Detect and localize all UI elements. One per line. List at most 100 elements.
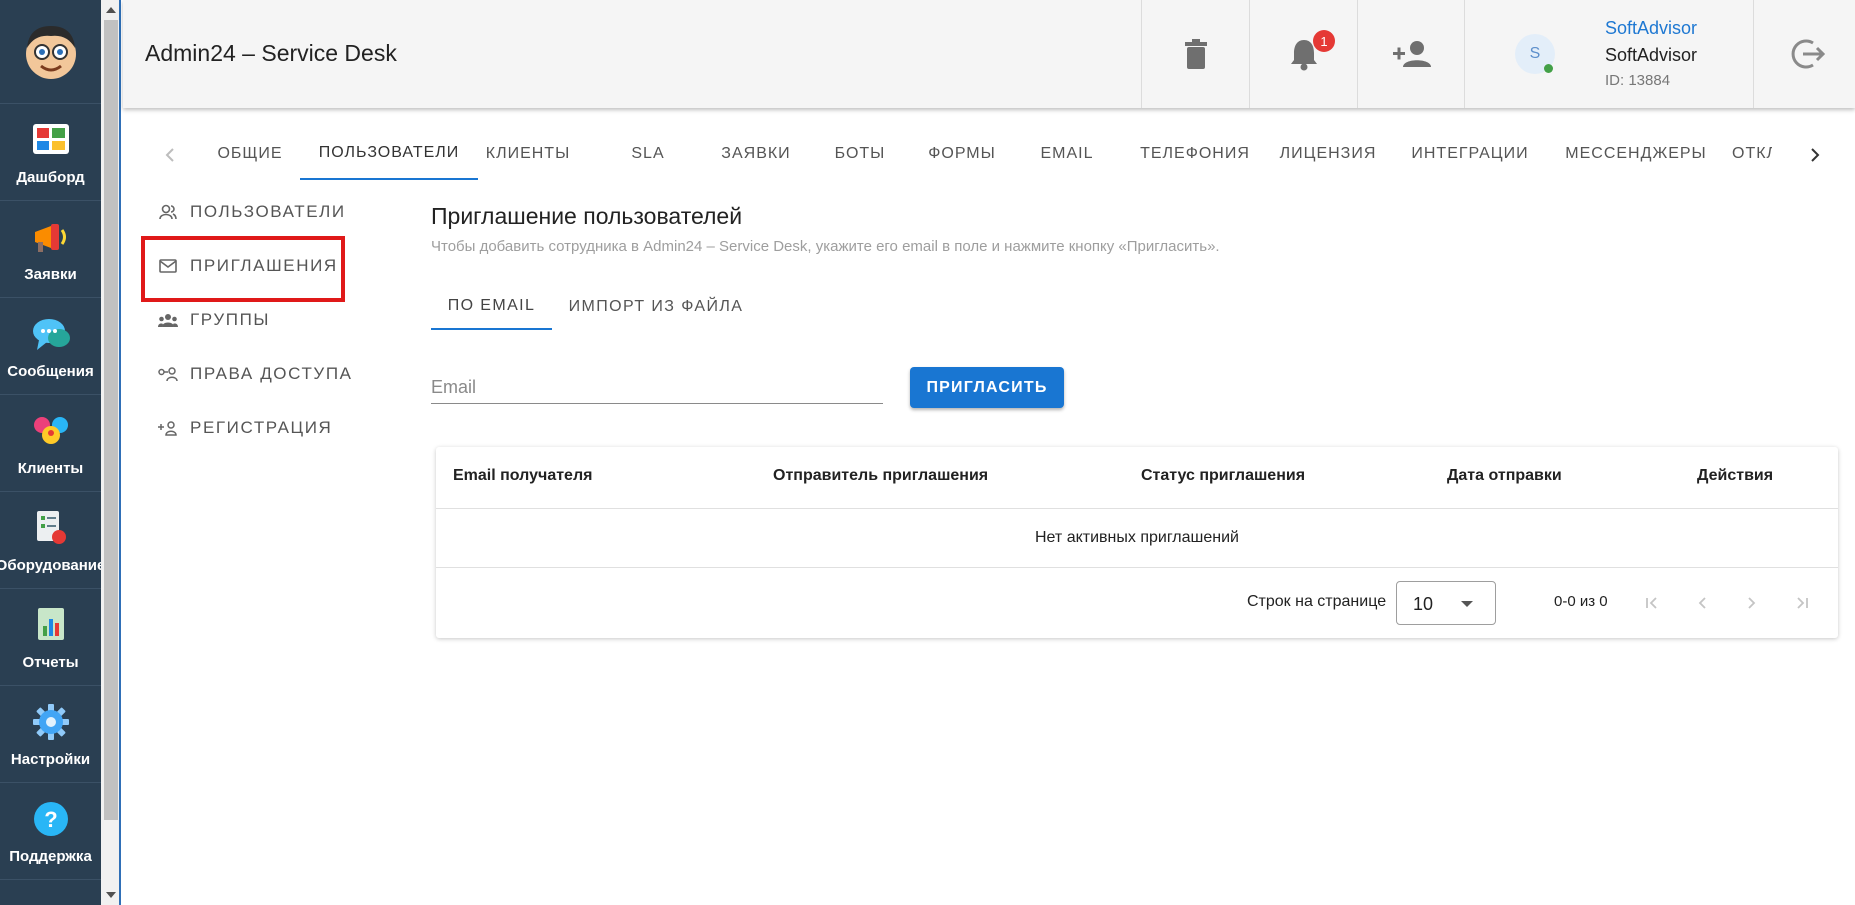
tab-general[interactable]: ОБЩИЕ (200, 128, 300, 180)
notification-badge: 1 (1313, 30, 1335, 52)
submenu-item-label: ПРАВА ДОСТУПА (190, 364, 353, 383)
tab-email[interactable]: EMAIL (1017, 128, 1117, 180)
last-page-icon (1797, 597, 1808, 609)
sidebar-item-reports[interactable]: Отчеты (0, 589, 101, 686)
user-name: SoftAdvisor (1605, 45, 1698, 65)
divider (436, 567, 1838, 568)
tab-integrations[interactable]: ИНТЕГРАЦИИ (1400, 128, 1540, 180)
column-header: Действия (1697, 467, 1774, 484)
rows-per-page-value: 10 (1413, 594, 1434, 614)
rows-per-page-label: Строк на странице (1247, 593, 1387, 610)
notifications-button[interactable]: 1 (1249, 0, 1357, 108)
submenu-item-access-rights[interactable]: ПРАВА ДОСТУПА (158, 359, 353, 389)
logout-icon (1791, 39, 1825, 69)
submenu-item-label: ГРУППЫ (190, 310, 271, 329)
trash-button[interactable] (1141, 0, 1249, 108)
submenu-item-users[interactable]: ПОЛЬЗОВАТЕЛИ (158, 197, 346, 227)
chevron-left-icon (165, 148, 174, 162)
online-status-icon (1544, 64, 1553, 73)
logout-button[interactable] (1753, 0, 1855, 108)
users-icon (158, 202, 178, 222)
avatar-face-logo (25, 25, 76, 79)
chevron-right-icon (1811, 148, 1820, 162)
tab-disabled[interactable]: ОТКЛ (1732, 128, 1772, 180)
column-header[interactable]: Email получателя (453, 467, 592, 485)
app-header: Admin24 – Service Desk 1 S SoftAdvisor S… (123, 0, 1855, 108)
last-page-button[interactable] (1784, 585, 1820, 621)
sidebar-scrollbar[interactable] (101, 0, 121, 905)
sidebar-item-messages[interactable]: Сообщения (0, 298, 101, 395)
next-page-button[interactable] (1734, 585, 1770, 621)
chevron-left-icon (1698, 597, 1706, 609)
sidebar-item-label: Дашборд (16, 168, 85, 186)
divider (436, 508, 1838, 509)
tabs-scroll-right-button[interactable] (1800, 140, 1830, 170)
sidebar-item-label: Заявки (24, 265, 77, 283)
sidebar-item-dashboard[interactable]: Дашборд (0, 104, 101, 201)
chat-icon (30, 313, 72, 355)
add-user-icon (158, 418, 178, 438)
sidebar-item-tickets[interactable]: Заявки (0, 201, 101, 298)
access-key-icon (158, 364, 178, 384)
column-header[interactable]: Дата отправки (1447, 467, 1562, 485)
tab-messengers[interactable]: МЕССЕНДЖЕРЫ (1556, 128, 1716, 180)
add-user-button[interactable] (1357, 0, 1465, 108)
caret-down-icon (1461, 601, 1473, 607)
column-header[interactable]: Отправитель приглашения (773, 467, 988, 485)
tab-forms[interactable]: ФОРМЫ (912, 128, 1012, 180)
logo[interactable] (0, 0, 101, 104)
help-icon: ? (30, 798, 72, 840)
tab-license[interactable]: ЛИЦЕНЗИЯ (1268, 128, 1388, 180)
megaphone-icon (30, 216, 72, 258)
sidebar-item-label: Поддержка (9, 847, 92, 865)
sidebar-item-label: Клиенты (17, 459, 84, 477)
sidebar-item-label: Настройки (10, 750, 91, 768)
first-page-icon (1646, 597, 1657, 609)
scrollbar-thumb[interactable] (104, 20, 118, 820)
user-id: ID: 13884 (1605, 72, 1671, 89)
sidebar-item-label: Сообщения (7, 362, 94, 380)
invite-button[interactable]: ПРИГЛАСИТЬ (910, 367, 1064, 408)
submenu-item-groups[interactable]: ГРУППЫ (158, 305, 270, 335)
tab-users[interactable]: ПОЛЬЗОВАТЕЛИ (300, 128, 478, 180)
reports-icon (30, 604, 72, 646)
tab-sla[interactable]: SLA (598, 128, 698, 180)
sidebar-item-label: Отчеты (22, 653, 79, 671)
sidebar-item-label: Оборудование (0, 556, 106, 574)
email-input[interactable] (431, 372, 883, 404)
submenu-item-label: ПОЛЬЗОВАТЕЛИ (190, 202, 346, 221)
sidebar-item-equipment[interactable]: Оборудование (0, 492, 105, 589)
sidebar-item-clients[interactable]: Клиенты (0, 395, 101, 492)
sidebar-item-settings[interactable]: Настройки (0, 686, 101, 783)
groups-icon (158, 310, 178, 330)
submenu-item-registration[interactable]: РЕГИСТРАЦИЯ (158, 413, 332, 443)
user-profile[interactable]: S SoftAdvisor SoftAdvisor ID: 13884 (1464, 0, 1752, 108)
scroll-down-icon[interactable] (106, 892, 116, 898)
tab-import-from-file[interactable]: ИМПОРТ ИЗ ФАЙЛА (556, 284, 756, 330)
sidebar-item-support[interactable]: ? Поддержка (0, 783, 101, 880)
tab-telephony[interactable]: ТЕЛЕФОНИЯ (1125, 128, 1265, 180)
first-page-button[interactable] (1634, 585, 1670, 621)
tabs-scroll-left-button[interactable] (155, 140, 185, 170)
previous-page-button[interactable] (1684, 585, 1720, 621)
tab-tickets[interactable]: ЗАЯВКИ (706, 128, 806, 180)
tab-by-email[interactable]: ПО EMAIL (431, 284, 552, 330)
tab-clients[interactable]: КЛИЕНТЫ (478, 128, 578, 180)
dashboard-icon (30, 119, 72, 161)
clients-icon (30, 410, 72, 452)
trash-icon (1184, 39, 1207, 69)
submenu-item-label: РЕГИСТРАЦИЯ (190, 418, 333, 437)
page-subtitle: Чтобы добавить сотрудника в Admin24 – Se… (431, 238, 1220, 255)
svg-text:?: ? (44, 807, 57, 832)
rows-per-page-select[interactable]: 10 (1396, 581, 1496, 625)
equipment-icon (30, 507, 72, 549)
invitations-table: Email получателя Отправитель приглашения… (436, 447, 1838, 638)
user-profile-link[interactable]: SoftAdvisor (1605, 18, 1697, 39)
tab-bots[interactable]: БОТЫ (810, 128, 910, 180)
pagination-range: 0-0 из 0 (1554, 593, 1608, 610)
column-header[interactable]: Статус приглашения (1141, 467, 1305, 485)
app-sidebar: Дашборд Заявки Сообщения Клиенты Оборудо… (0, 0, 105, 905)
chevron-right-icon (1748, 597, 1756, 609)
app-title: Admin24 – Service Desk (145, 40, 397, 66)
scroll-up-icon[interactable] (106, 7, 116, 13)
